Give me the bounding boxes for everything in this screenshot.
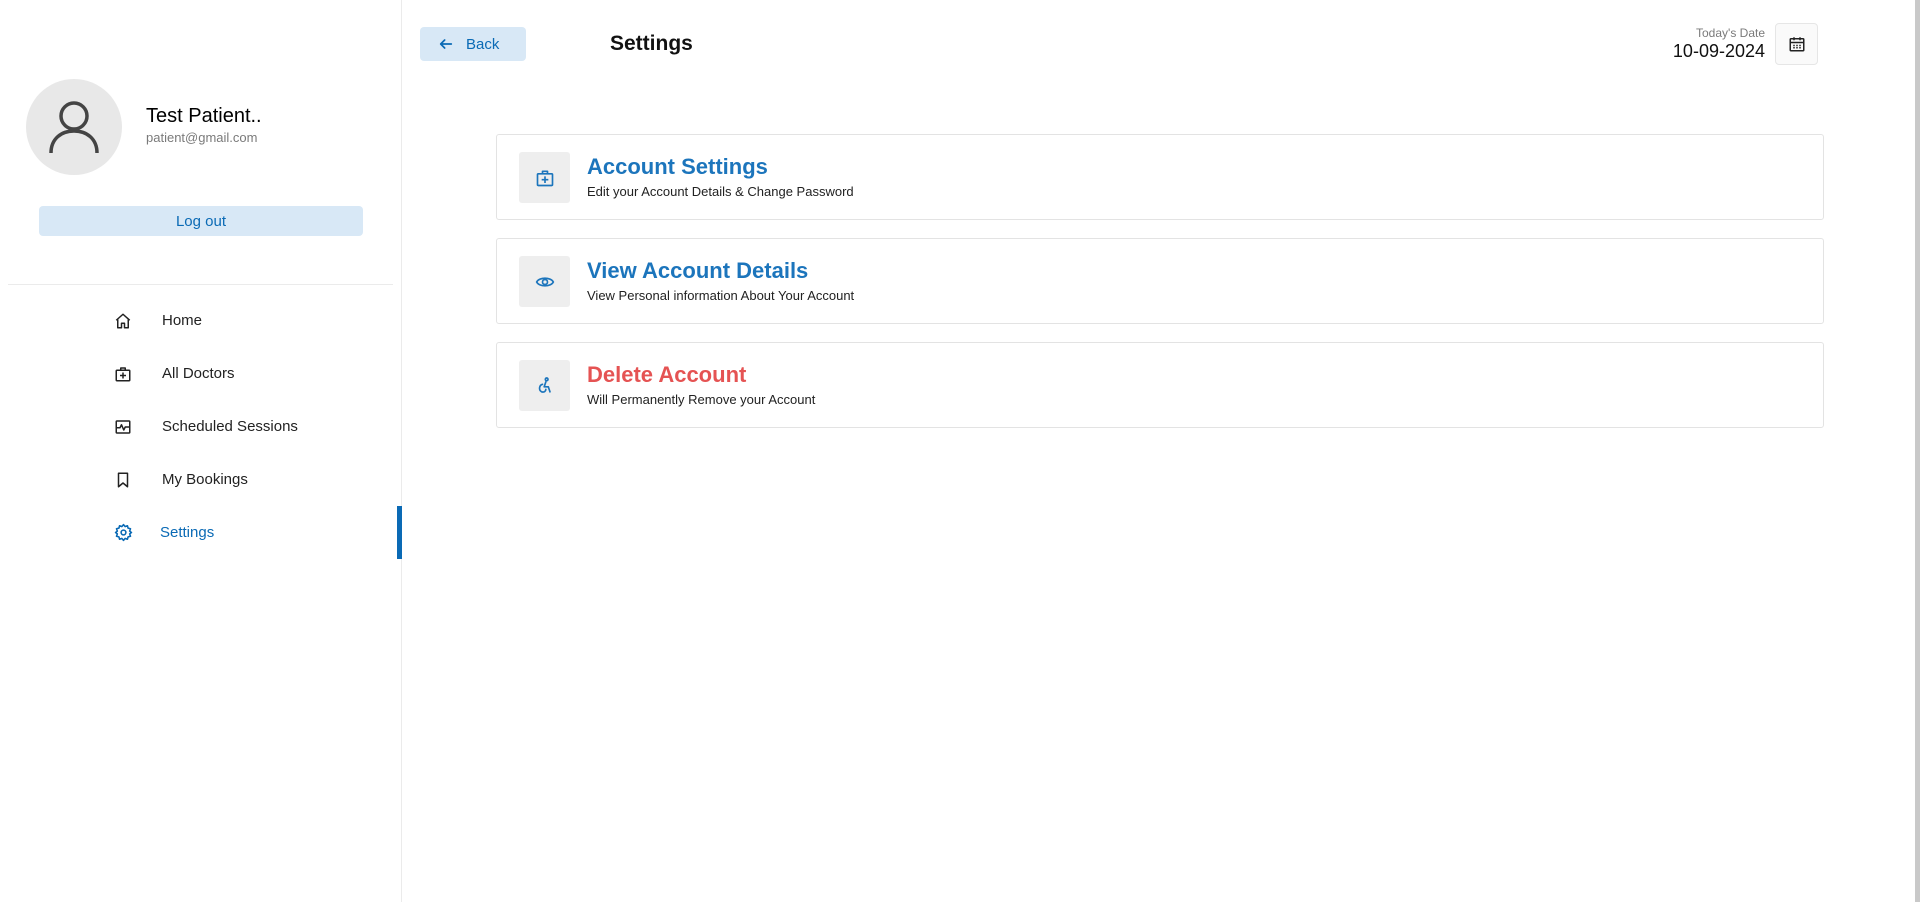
- activity-icon: [113, 417, 133, 437]
- active-indicator: [397, 506, 402, 559]
- user-icon: [49, 101, 99, 154]
- card-subtitle: View Personal information About Your Acc…: [587, 288, 855, 303]
- calendar-icon: [1789, 37, 1804, 52]
- back-label: Back: [466, 35, 500, 53]
- back-button[interactable]: Back: [420, 27, 526, 61]
- card-subtitle: Will Permanently Remove your Account: [587, 392, 816, 407]
- sidebar-item-label: Home: [162, 312, 203, 329]
- sidebar-item-label: All Doctors: [162, 365, 235, 382]
- accessibility-icon: [519, 360, 570, 411]
- date-label: Today's Date: [1696, 26, 1765, 40]
- sidebar-item-label: Settings: [160, 524, 215, 541]
- scrollbar-thumb[interactable]: [1915, 0, 1920, 902]
- card-subtitle: Edit your Account Details & Change Passw…: [587, 184, 854, 199]
- calendar-button[interactable]: [1775, 23, 1818, 65]
- date-display: Today's Date 10-09-2024: [1673, 26, 1765, 62]
- sidebar-item-my-bookings[interactable]: My Bookings: [0, 453, 402, 506]
- sidebar-item-label: My Bookings: [162, 471, 248, 488]
- sidebar-item-home[interactable]: Home: [0, 294, 402, 347]
- scrollbar-track[interactable]: [1915, 0, 1920, 902]
- profile-name: Test Patient..: [146, 105, 262, 127]
- date-value: 10-09-2024: [1672, 41, 1765, 61]
- sidebar-item-all-doctors[interactable]: All Doctors: [0, 347, 402, 400]
- medical-bag-icon: [113, 364, 133, 384]
- page-title: Settings: [610, 32, 693, 55]
- arrow-left-icon: [438, 36, 454, 52]
- card-title: Delete Account: [587, 362, 747, 387]
- sidebar-divider: [8, 284, 393, 285]
- eye-icon: [519, 256, 570, 307]
- view-account-details-card[interactable]: View Account Details View Personal infor…: [496, 238, 1824, 324]
- sidebar-item-scheduled-sessions[interactable]: Scheduled Sessions: [0, 400, 402, 453]
- logout-button[interactable]: Log out: [39, 206, 363, 236]
- sidebar-item-label: Scheduled Sessions: [162, 418, 298, 435]
- card-title: View Account Details: [587, 258, 809, 283]
- gear-icon: [113, 523, 133, 543]
- card-title: Account Settings: [587, 154, 768, 179]
- profile-section: Test Patient.. patient@gmail.com: [26, 79, 262, 175]
- home-icon: [113, 311, 133, 331]
- profile-email: patient@gmail.com: [146, 130, 258, 145]
- sidebar: Test Patient.. patient@gmail.com Log out…: [0, 0, 402, 902]
- bookmark-icon: [113, 470, 133, 490]
- delete-account-card[interactable]: Delete Account Will Permanently Remove y…: [496, 342, 1824, 428]
- avatar: [26, 79, 122, 175]
- sidebar-item-settings[interactable]: Settings: [0, 506, 402, 559]
- account-settings-card[interactable]: Account Settings Edit your Account Detai…: [496, 134, 1824, 220]
- medical-bag-icon: [519, 152, 570, 203]
